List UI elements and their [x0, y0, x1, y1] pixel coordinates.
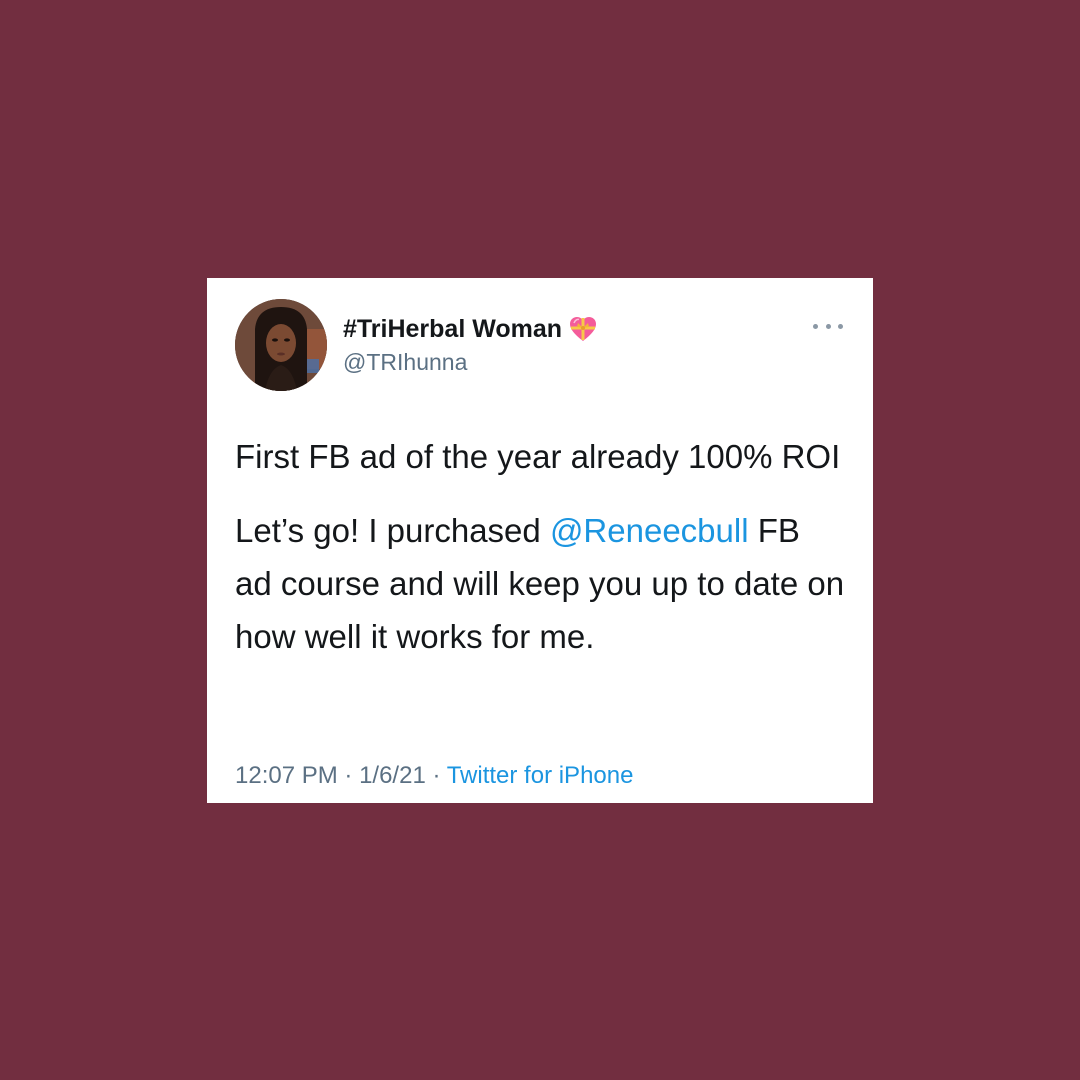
tweet-date[interactable]: 1/6/21	[359, 762, 426, 789]
avatar[interactable]	[235, 299, 327, 391]
avatar-image	[235, 299, 327, 391]
tweet-paragraph-2: Let’s go! I purchased @Reneecbull FB ad …	[235, 504, 845, 663]
author-name-row[interactable]: #TriHerbal Woman	[343, 314, 598, 344]
tweet-paragraph-1: First FB ad of the year already 100% ROI	[235, 438, 841, 475]
tweet-card: #TriHerbal Woman @TRIhunna First FB ad o…	[207, 278, 873, 803]
more-options-icon[interactable]	[813, 319, 843, 333]
more-dot	[825, 323, 831, 329]
tweet-time[interactable]: 12:07 PM	[235, 762, 338, 789]
tweet-source-link[interactable]: Twitter for iPhone	[447, 762, 634, 789]
meta-separator: ·	[337, 762, 360, 789]
tweet-metadata: 12:07 PM · 1/6/21 · Twitter for iPhone	[235, 762, 633, 790]
mention-link[interactable]: @Reneecbull	[550, 512, 749, 549]
tweet-text: First FB ad of the year already 100% ROI…	[235, 430, 845, 663]
author-handle[interactable]: @TRIhunna	[343, 349, 467, 376]
meta-separator: ·	[425, 762, 447, 789]
heart-with-ribbon-icon	[568, 314, 598, 344]
more-dot	[813, 323, 818, 329]
author-display-name[interactable]: #TriHerbal Woman	[343, 315, 562, 344]
tweet-text-segment: Let’s go! I purchased	[235, 512, 550, 549]
more-dot	[838, 323, 843, 329]
